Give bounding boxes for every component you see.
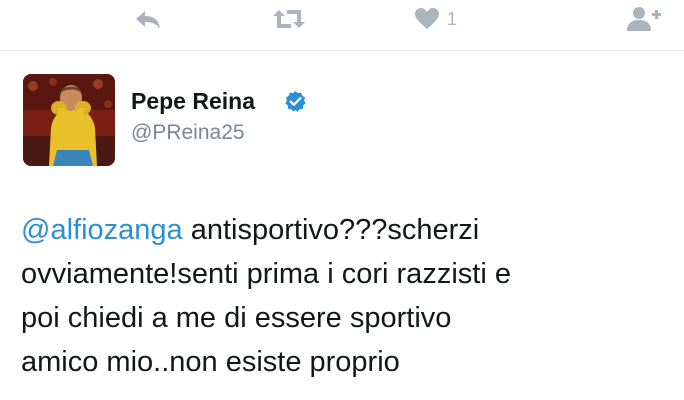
user-display-name[interactable]: Pepe Reina	[131, 87, 255, 115]
reply-button[interactable]	[133, 6, 163, 32]
verified-badge-icon	[285, 90, 306, 112]
retweet-icon	[273, 10, 305, 28]
heart-icon	[415, 8, 439, 29]
follow-button[interactable]	[626, 6, 662, 32]
retweet-button[interactable]	[272, 6, 306, 32]
profile-photo	[23, 74, 115, 166]
divider	[0, 50, 684, 51]
mention-link[interactable]: @alfiozanga	[21, 214, 183, 246]
tweet-detail-screen: 1 Pepe Reina @PReina25 @alfiozanga antis…	[0, 0, 684, 400]
tweet-action-bar: 1	[0, 0, 684, 46]
tweet-text: @alfiozanga antisportivo???scherzi ovvia…	[21, 208, 671, 384]
tweet-line: @alfiozanga antisportivo???scherzi	[21, 208, 671, 252]
follow-user-icon	[627, 7, 661, 31]
tweet-line: amico mio..non esiste proprio	[21, 346, 400, 378]
reply-icon	[136, 11, 160, 29]
tweet-line: poi chiedi a me di essere sportivo	[21, 302, 452, 334]
like-count: 1	[447, 9, 458, 29]
tweet-line: ovviamente!senti prima i cori razzisti e	[21, 258, 511, 290]
user-handle[interactable]: @PReina25	[131, 120, 245, 146]
tweet-text-segment: antisportivo???scherzi	[182, 214, 480, 246]
avatar[interactable]	[23, 74, 115, 166]
like-button[interactable]: 1	[414, 6, 457, 32]
